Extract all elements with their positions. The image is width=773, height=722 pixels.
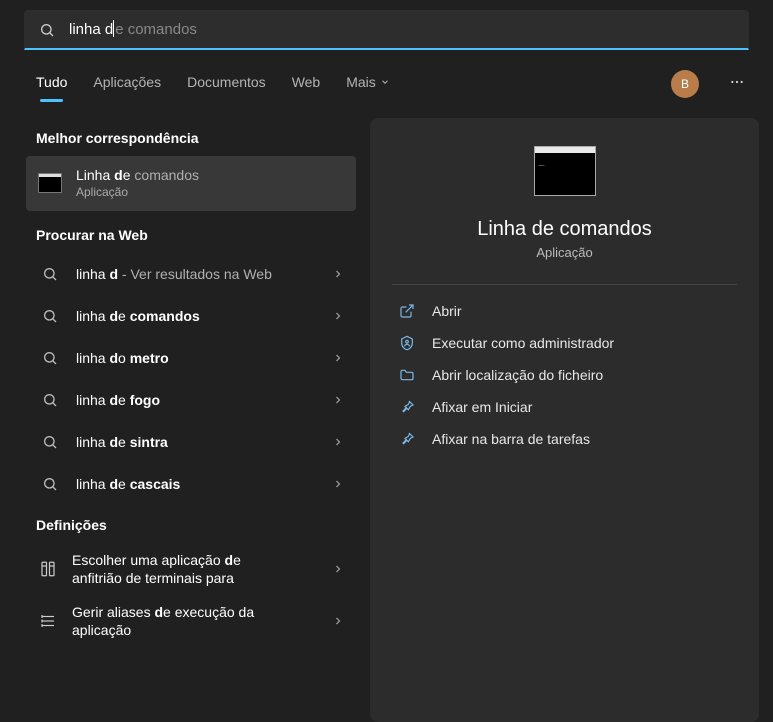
tab-all[interactable]: Tudo xyxy=(36,74,67,104)
pin-start-icon xyxy=(398,399,416,415)
ellipsis-icon xyxy=(729,74,745,90)
divider xyxy=(392,284,737,285)
action-label: Afixar em Iniciar xyxy=(432,399,532,415)
search-typed-text: linha d xyxy=(69,21,113,38)
folder-icon xyxy=(398,367,416,383)
tab-documents[interactable]: Documentos xyxy=(187,74,266,104)
best-match-result[interactable]: Linha de comandos Aplicação xyxy=(26,156,356,211)
settings-result[interactable]: Escolher uma aplicação deanfitrião de te… xyxy=(26,543,356,595)
section-best-match: Melhor correspondência xyxy=(26,118,356,156)
tab-more[interactable]: Mais xyxy=(346,74,390,104)
search-bar[interactable]: linha de comandos xyxy=(24,10,749,50)
search-input[interactable]: linha de comandos xyxy=(69,11,734,48)
web-result[interactable]: linha de cascais xyxy=(26,463,356,505)
action-pin-start[interactable]: Afixar em Iniciar xyxy=(392,391,737,423)
cmd-app-icon xyxy=(38,171,62,195)
action-pin-taskbar[interactable]: Afixar na barra de tarefas xyxy=(392,423,737,455)
search-icon xyxy=(38,472,62,496)
section-settings: Definições xyxy=(26,505,356,543)
action-admin[interactable]: Executar como administrador xyxy=(392,327,737,359)
search-icon xyxy=(39,22,55,38)
settings-item-icon xyxy=(38,611,58,631)
chevron-down-icon xyxy=(380,77,390,87)
user-avatar[interactable]: B xyxy=(671,70,699,98)
preview-app-title: Linha de comandos xyxy=(477,218,652,241)
best-match-subtitle: Aplicação xyxy=(76,185,344,201)
tab-web[interactable]: Web xyxy=(292,74,321,104)
section-web: Procurar na Web xyxy=(26,215,356,253)
web-result[interactable]: linha de comandos xyxy=(26,295,356,337)
search-icon xyxy=(38,262,62,286)
tab-apps[interactable]: Aplicações xyxy=(93,74,161,104)
search-icon xyxy=(38,388,62,412)
preview-panel: Linha de comandos Aplicação Abrir Executa… xyxy=(370,118,759,722)
preview-app-type: Aplicação xyxy=(536,245,592,260)
action-label: Abrir localização do ficheiro xyxy=(432,367,603,383)
action-label: Afixar na barra de tarefas xyxy=(432,431,590,447)
best-match-title: Linha de comandos xyxy=(76,166,344,184)
settings-result[interactable]: Gerir aliases de execução daaplicação xyxy=(26,595,356,647)
action-label: Executar como administrador xyxy=(432,335,614,351)
app-icon-large xyxy=(534,146,596,196)
more-options-button[interactable] xyxy=(725,70,749,99)
filter-tabs: Tudo Aplicações Documentos Web Mais B xyxy=(0,58,773,108)
web-result[interactable]: linha de fogo xyxy=(26,379,356,421)
search-suggestion-text: e comandos xyxy=(115,21,197,38)
search-icon xyxy=(38,304,62,328)
admin-icon xyxy=(398,335,416,351)
web-result[interactable]: linha d - Ver resultados na Web xyxy=(26,253,356,295)
open-icon xyxy=(398,303,416,319)
web-result[interactable]: linha de sintra xyxy=(26,421,356,463)
search-icon xyxy=(38,346,62,370)
search-icon xyxy=(38,430,62,454)
settings-item-icon xyxy=(38,559,58,579)
web-result[interactable]: linha do metro xyxy=(26,337,356,379)
action-label: Abrir xyxy=(432,303,462,319)
action-folder[interactable]: Abrir localização do ficheiro xyxy=(392,359,737,391)
pin-taskbar-icon xyxy=(398,431,416,447)
action-open[interactable]: Abrir xyxy=(392,295,737,327)
